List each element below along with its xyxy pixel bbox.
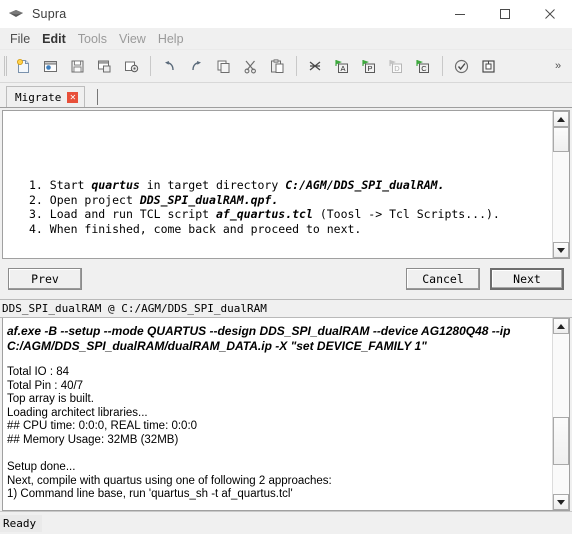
console-output[interactable]: af.exe -B --setup --mode QUARTUS --desig… xyxy=(3,318,552,510)
run-analysis-icon[interactable]: A xyxy=(329,53,356,79)
redo-icon[interactable] xyxy=(183,53,210,79)
title-bar: Supra xyxy=(0,0,572,28)
tab-migrate[interactable]: Migrate ✕ xyxy=(6,86,86,107)
netlist-icon[interactable] xyxy=(302,53,329,79)
prev-button[interactable]: Prev xyxy=(8,268,82,290)
svg-text:D: D xyxy=(394,64,400,73)
list-item: 3. Load and run TCL script af_quartus.tc… xyxy=(29,207,500,222)
toolbar-separator xyxy=(150,56,151,76)
minimize-icon[interactable] xyxy=(437,0,482,28)
toolbar-grip[interactable] xyxy=(2,56,9,76)
wizard-instructions: 1. Start quartus in target directory C:/… xyxy=(3,111,552,258)
scroll-up-icon[interactable] xyxy=(553,111,569,127)
list-item: 4. When finished, come back and proceed … xyxy=(29,222,500,237)
tab-caret xyxy=(97,89,99,105)
menu-file[interactable]: File xyxy=(4,31,36,47)
wizard-button-bar: Prev Cancel Next xyxy=(0,259,572,299)
console-header: DDS_SPI_dualRAM @ C:/AGM/DDS_SPI_dualRAM xyxy=(0,299,572,318)
tab-strip: Migrate ✕ xyxy=(0,83,572,107)
console-log-line: Top array is built. xyxy=(7,393,94,406)
check-icon[interactable] xyxy=(448,53,475,79)
toolbar-overflow-button[interactable]: » xyxy=(550,50,566,82)
save-icon[interactable] xyxy=(64,53,91,79)
run-place-icon[interactable]: P xyxy=(356,53,383,79)
window-title: Supra xyxy=(32,7,67,21)
console-scrollbar[interactable] xyxy=(552,318,569,510)
console-scroll-track[interactable] xyxy=(553,334,569,494)
gem-icon xyxy=(8,6,24,22)
console-log-line: 1) Command line base, run 'quartus_sh -t… xyxy=(7,488,293,501)
list-item: 1. Start quartus in target directory C:/… xyxy=(29,178,500,193)
step-text: Open project xyxy=(49,192,140,207)
console-panel: af.exe -B --setup --mode QUARTUS --desig… xyxy=(2,318,570,511)
scroll-up-icon[interactable] xyxy=(553,318,569,334)
step-number: 1. xyxy=(29,178,43,192)
step-number: 3. xyxy=(29,207,43,221)
paste-icon[interactable] xyxy=(264,53,291,79)
svg-text:A: A xyxy=(340,64,345,73)
console-log-line: Setup done... xyxy=(7,461,76,474)
step-text: in target directory xyxy=(139,178,286,192)
run-compile-icon[interactable]: C xyxy=(410,53,437,79)
window-controls xyxy=(437,0,572,28)
save-as-icon[interactable] xyxy=(91,53,118,79)
toolbar-separator xyxy=(296,56,297,76)
step-text: When finished, come back and proceed to … xyxy=(49,221,362,236)
console-log-blank xyxy=(7,448,548,462)
program-icon[interactable] xyxy=(475,53,502,79)
step-path: C:/AGM/DDS_SPI_dualRAM. xyxy=(285,178,445,192)
step-emphasis: DDS_SPI_dualRAM.qpf. xyxy=(139,192,279,207)
next-button[interactable]: Next xyxy=(490,268,564,290)
cancel-button[interactable]: Cancel xyxy=(406,268,480,290)
menu-help[interactable]: Help xyxy=(152,31,190,47)
wizard-steps-list: 1. Start quartus in target directory C:/… xyxy=(29,178,500,236)
step-emphasis: quartus xyxy=(91,178,140,192)
step-text: (Toosl -> Tcl Scripts...). xyxy=(312,207,500,221)
maximize-icon[interactable] xyxy=(482,0,527,28)
console-log-line: Next, compile with quartus using one of … xyxy=(7,474,332,487)
console-log-line: Loading architect libraries... xyxy=(7,406,148,419)
menu-view[interactable]: View xyxy=(113,31,152,47)
tab-label: Migrate xyxy=(15,90,62,104)
list-item: 2. Open project DDS_SPI_dualRAM.qpf. xyxy=(29,193,500,208)
settings-project-icon[interactable] xyxy=(118,53,145,79)
scroll-down-icon[interactable] xyxy=(553,494,569,510)
step-number: 2. xyxy=(29,192,43,207)
console-log-line: Total IO : 84 xyxy=(7,366,70,378)
menu-edit[interactable]: Edit xyxy=(36,31,72,47)
svg-text:P: P xyxy=(367,64,372,73)
status-bar: Ready xyxy=(0,511,572,534)
console-scroll-thumb[interactable] xyxy=(553,417,569,466)
wizard-panel: 1. Start quartus in target directory C:/… xyxy=(0,107,572,299)
menu-bar: File Edit Tools View Help xyxy=(0,28,572,50)
toolbar-separator xyxy=(442,56,443,76)
console-log-line: ## CPU time: 0:0:0, REAL time: 0:0:0 xyxy=(7,420,198,433)
wizard-scrollbar[interactable] xyxy=(552,111,569,258)
application-window: Supra File Edit Tools View Help A P D C … xyxy=(0,0,572,534)
wizard-scroll-track[interactable] xyxy=(553,127,569,242)
run-download-icon[interactable]: D xyxy=(383,53,410,79)
menu-tools[interactable]: Tools xyxy=(72,31,113,47)
scroll-down-icon[interactable] xyxy=(553,242,569,258)
console-log-line: Total Pin : 40/7 xyxy=(7,379,84,392)
wizard-content-area: 1. Start quartus in target directory C:/… xyxy=(2,110,570,259)
close-icon[interactable] xyxy=(527,0,572,28)
svg-text:C: C xyxy=(421,64,427,73)
console-log-line: ## Memory Usage: 32MB (32MB) xyxy=(7,433,179,446)
tab-close-icon[interactable]: ✕ xyxy=(67,91,79,103)
step-text: Load and run TCL script xyxy=(49,207,216,221)
undo-icon[interactable] xyxy=(156,53,183,79)
step-emphasis: af_quartus.tcl xyxy=(215,207,313,221)
status-text: Ready xyxy=(0,514,43,532)
toolbar: A P D C » xyxy=(0,50,572,83)
copy-icon[interactable] xyxy=(210,53,237,79)
open-project-icon[interactable] xyxy=(37,53,64,79)
console-command-line: af.exe -B --setup --mode QUARTUS --desig… xyxy=(7,324,511,353)
new-file-icon[interactable] xyxy=(10,53,37,79)
cut-icon[interactable] xyxy=(237,53,264,79)
step-text: Start xyxy=(49,178,92,192)
step-number: 4. xyxy=(29,221,43,236)
wizard-scroll-thumb[interactable] xyxy=(553,127,569,153)
